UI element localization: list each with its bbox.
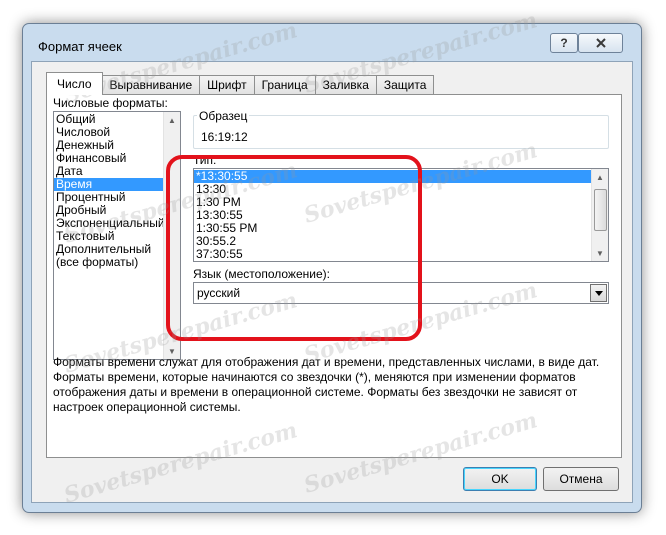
scroll-down-arrow-icon[interactable]: ▼: [592, 245, 608, 261]
tab-5[interactable]: Защита: [375, 75, 435, 95]
chevron-down-icon: [594, 290, 603, 296]
number-formats-label: Числовые форматы:: [53, 96, 168, 110]
close-button[interactable]: [578, 33, 623, 53]
help-button[interactable]: ?: [550, 33, 578, 53]
list-item[interactable]: (все форматы): [54, 256, 180, 269]
tab-1[interactable]: Выравнивание: [101, 75, 201, 95]
scroll-up-arrow-icon[interactable]: ▲: [592, 169, 608, 185]
sample-group: [193, 115, 609, 149]
tab-2[interactable]: Шрифт: [199, 75, 255, 95]
sample-label: Образец: [197, 109, 250, 123]
tab-0[interactable]: Число: [46, 72, 103, 95]
sample-value: 16:19:12: [201, 130, 248, 144]
scroll-thumb[interactable]: [594, 189, 607, 231]
ok-button[interactable]: OK: [463, 467, 537, 491]
tab-4[interactable]: Заливка: [314, 75, 377, 95]
tab-3[interactable]: Граница: [253, 75, 316, 95]
scroll-up-arrow-icon[interactable]: ▲: [164, 112, 180, 128]
highlight-frame: [166, 155, 422, 341]
dialog-title: Формат ячеек: [38, 39, 122, 54]
format-description: Форматы времени служат для отображения д…: [53, 355, 600, 414]
tab-strip: Число Выравнивание Шрифт Граница Заливка Защи…: [46, 72, 435, 95]
dropdown-button[interactable]: [590, 284, 607, 302]
type-scrollbar[interactable]: ▲ ▼: [591, 169, 608, 261]
close-icon: [595, 38, 606, 48]
help-icon: ?: [560, 36, 568, 50]
number-formats-list[interactable]: Общий Числовой Денежный Финансовый Дата Время…: [53, 111, 181, 360]
cancel-button[interactable]: Отмена: [543, 467, 619, 491]
